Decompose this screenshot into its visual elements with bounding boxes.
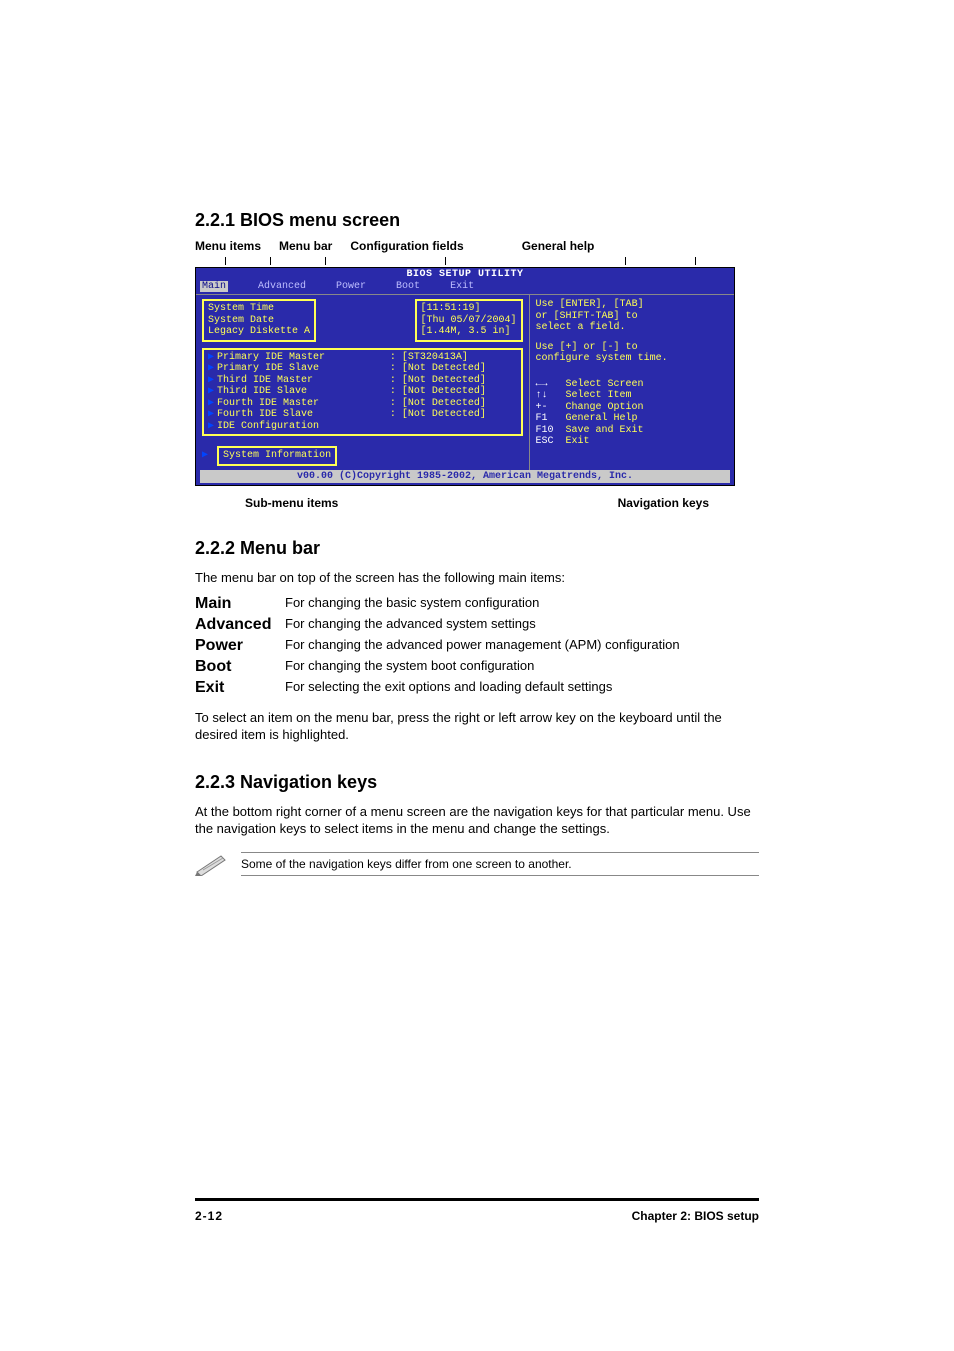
- def-power-key: Power: [195, 637, 285, 655]
- bios-menu-exit: Exit: [450, 281, 474, 293]
- submenu-arrow-icon: ▶: [208, 386, 214, 398]
- def-power-val: For changing the advanced power manageme…: [285, 637, 759, 655]
- bios-sub-fourth-master-label: Fourth IDE Master: [217, 398, 390, 410]
- bios-help-line1: Use [ENTER], [TAB]: [536, 299, 728, 311]
- bios-sub-primary-master-value: : [ST320413A]: [390, 352, 468, 364]
- navigation-keys-text: At the bottom right corner of a menu scr…: [195, 803, 759, 838]
- bios-utility-title: BIOS SETUP UTILITY: [196, 268, 734, 281]
- bios-screenshot-bottom-labels: Sub-menu items Navigation keys: [195, 496, 759, 510]
- bios-help-line5: configure system time.: [536, 353, 728, 365]
- bios-sub-ide-config-label: IDE Configuration: [217, 421, 390, 433]
- bios-sub-primary-master-label: Primary IDE Master: [217, 352, 390, 364]
- bios-left-panel: System Time System Date Legacy Diskette …: [196, 295, 530, 470]
- def-advanced-val: For changing the advanced system setting…: [285, 616, 759, 634]
- page-number: 2-12: [195, 1209, 223, 1223]
- def-advanced-key: Advanced: [195, 616, 285, 634]
- bios-screenshot-top-labels: Menu items Menu bar Configuration fields…: [195, 239, 759, 253]
- note-block: Some of the navigation keys differ from …: [195, 852, 759, 876]
- submenu-arrow-icon: ▶: [208, 352, 214, 364]
- bios-submenu-box: ▶Primary IDE Master: [ST320413A] ▶Primar…: [202, 348, 523, 437]
- submenu-arrow-icon: ▶: [202, 450, 208, 461]
- nav-key: +-: [536, 402, 566, 414]
- pencil-note-icon: [195, 852, 229, 876]
- nav-key: F10: [536, 425, 566, 437]
- bios-navigation-keys-box: ←→Select Screen ↑↓Select Item +-Change O…: [536, 379, 728, 448]
- bios-help-line2: or [SHIFT-TAB] to: [536, 311, 728, 323]
- bios-help-line4: Use [+] or [-] to: [536, 342, 728, 354]
- menubar-intro-text: The menu bar on top of the screen has th…: [195, 569, 759, 587]
- page-footer: 2-12 Chapter 2: BIOS setup: [195, 1198, 759, 1223]
- label-general-help: General help: [522, 239, 595, 253]
- label-navigation-keys: Navigation keys: [618, 496, 709, 510]
- label-menu-bar: Menu bar: [279, 239, 332, 253]
- bios-value-date: [Thu 05/07/2004]: [421, 315, 517, 327]
- bios-sub-primary-slave-label: Primary IDE Slave: [217, 363, 390, 375]
- chapter-title: Chapter 2: BIOS setup: [632, 1209, 759, 1223]
- note-text: Some of the navigation keys differ from …: [241, 852, 759, 876]
- submenu-arrow-icon: ▶: [208, 409, 214, 421]
- label-configuration-fields: Configuration fields: [350, 239, 463, 253]
- bios-sub-fourth-master-value: : [Not Detected]: [390, 398, 486, 410]
- submenu-arrow-icon: ▶: [208, 398, 214, 410]
- label-menu-items: Menu items: [195, 239, 261, 253]
- nav-desc: Select Item: [566, 390, 632, 402]
- menubar-select-text: To select an item on the menu bar, press…: [195, 709, 759, 744]
- def-boot-val: For changing the system boot configurati…: [285, 658, 759, 676]
- nav-desc: Select Screen: [566, 379, 644, 391]
- bios-help-line3: select a field.: [536, 322, 728, 334]
- bios-sub-third-master-label: Third IDE Master: [217, 375, 390, 387]
- bios-field-system-date: System Date: [208, 315, 310, 327]
- def-exit-key: Exit: [195, 679, 285, 697]
- bios-field-system-time: System Time: [208, 303, 310, 315]
- bios-sub-third-master-value: : [Not Detected]: [390, 375, 486, 387]
- bios-right-help-panel: Use [ENTER], [TAB] or [SHIFT-TAB] to sel…: [530, 295, 734, 470]
- bios-menu-power: Power: [336, 281, 366, 293]
- section-heading-menu-bar: 2.2.2 Menu bar: [195, 538, 759, 559]
- bios-screenshot: BIOS SETUP UTILITY Main Advanced Power B…: [195, 267, 735, 486]
- label-tick-marks: [195, 257, 759, 265]
- nav-key: ↑↓: [536, 390, 566, 402]
- bios-sub-primary-slave-value: : [Not Detected]: [390, 363, 486, 375]
- def-exit-val: For selecting the exit options and loadi…: [285, 679, 759, 697]
- bios-sub-fourth-slave-value: : [Not Detected]: [390, 409, 486, 421]
- nav-desc: Save and Exit: [566, 425, 644, 437]
- bios-menu-advanced: Advanced: [258, 281, 306, 293]
- nav-key: ←→: [536, 379, 566, 391]
- bios-menu-boot: Boot: [396, 281, 420, 293]
- bios-value-time: [11:51:19]: [421, 303, 517, 315]
- submenu-arrow-icon: ▶: [208, 363, 214, 375]
- nav-desc: Change Option: [566, 402, 644, 414]
- submenu-arrow-icon: ▶: [208, 421, 214, 433]
- def-main-key: Main: [195, 595, 285, 613]
- bios-sub-third-slave-label: Third IDE Slave: [217, 386, 390, 398]
- menubar-definitions: MainFor changing the basic system config…: [195, 595, 759, 697]
- bios-system-information: System Information: [217, 446, 337, 466]
- section-heading-navigation-keys: 2.2.3 Navigation keys: [195, 772, 759, 793]
- bios-values-box-system: [11:51:19] [Thu 05/07/2004] [1.44M, 3.5 …: [415, 299, 523, 342]
- nav-desc: Exit: [566, 436, 590, 448]
- def-boot-key: Boot: [195, 658, 285, 676]
- bios-sub-third-slave-value: : [Not Detected]: [390, 386, 486, 398]
- bios-copyright-bar: v00.00 (C)Copyright 1985-2002, American …: [200, 470, 730, 484]
- def-main-val: For changing the basic system configurat…: [285, 595, 759, 613]
- nav-desc: General Help: [566, 413, 638, 425]
- nav-key: F1: [536, 413, 566, 425]
- bios-field-legacy-diskette: Legacy Diskette A: [208, 326, 310, 338]
- bios-value-legacy: [1.44M, 3.5 in]: [421, 326, 517, 338]
- bios-menu-bar: Main Advanced Power Boot Exit: [196, 281, 734, 295]
- bios-menu-main: Main: [200, 281, 228, 293]
- submenu-arrow-icon: ▶: [208, 375, 214, 387]
- section-heading-bios-menu-screen: 2.2.1 BIOS menu screen: [195, 210, 759, 231]
- bios-field-box-system: System Time System Date Legacy Diskette …: [202, 299, 316, 342]
- label-submenu-items: Sub-menu items: [245, 496, 338, 510]
- nav-key: ESC: [536, 436, 566, 448]
- bios-sub-fourth-slave-label: Fourth IDE Slave: [217, 409, 390, 421]
